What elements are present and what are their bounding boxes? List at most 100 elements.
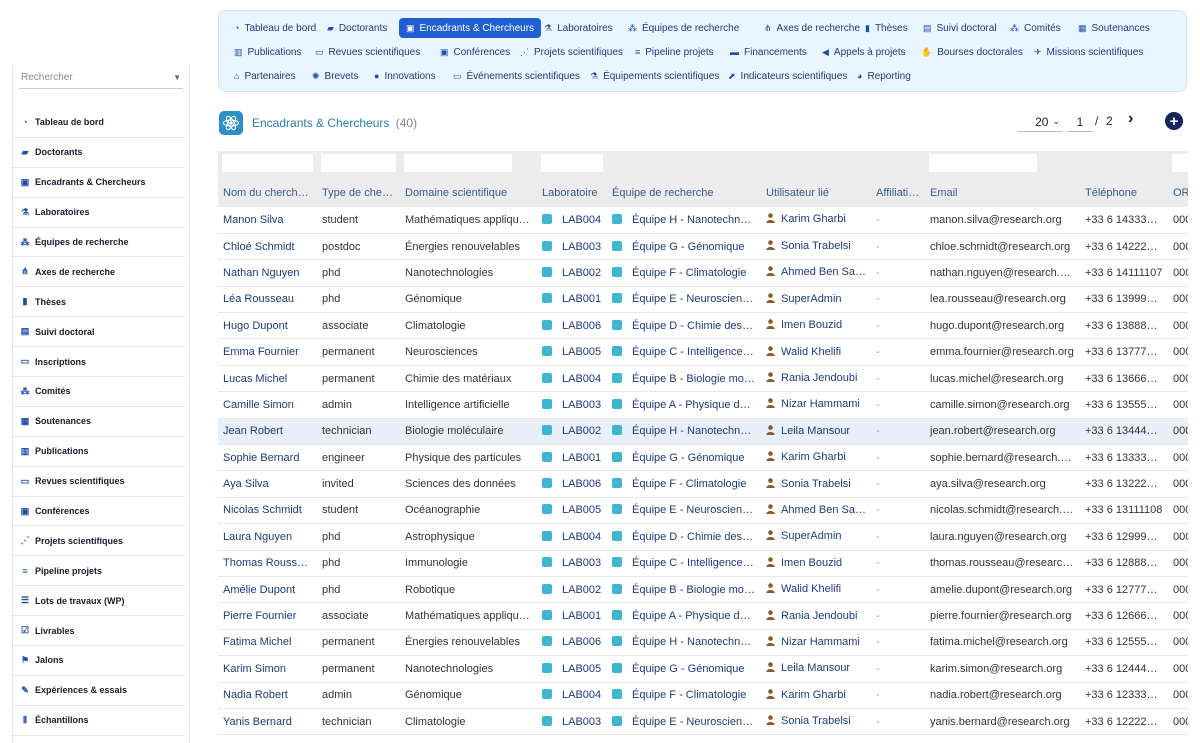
nav-item-equipes-de-recherche[interactable]: ⁂ Équipes de recherche (621, 18, 746, 38)
team-link[interactable]: Équipe C - Intelligence artificielle (632, 557, 761, 569)
linked-user-link[interactable]: Karim Gharbi (781, 689, 846, 701)
team-link[interactable]: Équipe D - Chimie des matériaux (632, 531, 761, 543)
team-link[interactable]: Équipe H - Nanotechnologies (632, 214, 761, 226)
column-header[interactable]: Équipe de recherche (607, 179, 761, 207)
nav-item-suivi-doctoral[interactable]: ▤ Suivi doctoral (916, 18, 1004, 38)
team-link[interactable]: Équipe G - Génomique (632, 663, 745, 675)
sidebar-item-soutenances[interactable]: ▦ Soutenances (13, 407, 185, 437)
team-link[interactable]: Équipe H - Nanotechnologies (632, 636, 761, 648)
team-link[interactable]: Équipe B - Biologie moléculaire (632, 584, 761, 596)
linked-user-link[interactable]: Sonia Trabelsi (781, 240, 851, 252)
researcher-name-link[interactable]: Léa Rousseau (218, 286, 317, 314)
nav-item-pipeline-projets[interactable]: ≡ Pipeline projets (628, 42, 721, 62)
linked-user-link[interactable]: Leila Mansour (781, 662, 850, 674)
researcher-name-link[interactable]: Fatima Michel (218, 629, 317, 657)
sidebar-item-encadrants-chercheurs[interactable]: ▣ Encadrants & Chercheurs (13, 168, 185, 198)
table-row[interactable]: Camille Simon admin Intelligence artificie… (218, 391, 1188, 419)
sidebar-item-projets-scientifiques[interactable]: ⋰ Projets scientifiques (13, 526, 185, 557)
nav-item-indicateurs-scientifiques[interactable]: ⬈ Indicateurs scientifiques (721, 66, 854, 86)
laboratory-link[interactable]: LAB004 (562, 373, 601, 385)
team-link[interactable]: Équipe H - Nanotechnologies (632, 425, 761, 437)
nav-item-appels-a-projets[interactable]: ◀ Appels à projets (815, 42, 913, 62)
next-page-button[interactable]: › (1128, 110, 1133, 128)
nav-item-projets-scientifiques[interactable]: ⋰ Projets scientifiques (513, 42, 630, 62)
nav-item-financements[interactable]: ▬ Financements (723, 42, 814, 62)
sidebar-item-experiences-essais[interactable]: ✎ Expériences & essais (13, 676, 185, 706)
column-header[interactable]: Email (925, 179, 1080, 207)
table-row[interactable]: Aya Silva invited Sciences des données LAB0… (218, 470, 1188, 498)
nav-item-evenements-scientifiques[interactable]: ▭ Événements scientifiques (446, 66, 587, 86)
sidebar-item-conferences[interactable]: ▣ Conférences (13, 497, 185, 527)
nav-item-reporting[interactable]: ◕ Reporting (850, 66, 918, 86)
sidebar-item-suivi-doctoral[interactable]: ▤ Suivi doctoral (13, 317, 185, 348)
nav-item-publications[interactable]: ▥ Publications (227, 42, 308, 62)
table-row[interactable]: Sophie Bernard engineer Physique des parti… (218, 444, 1188, 472)
linked-user-link[interactable]: Walid Khelifi (781, 346, 841, 358)
linked-user-link[interactable]: Sonia Trabelsi (781, 715, 851, 727)
team-link[interactable]: Équipe F - Climatologie (632, 478, 746, 490)
laboratory-link[interactable]: LAB003 (562, 241, 601, 253)
table-row[interactable]: Jean Robert technician Biologie moléculair… (218, 418, 1188, 446)
nav-item-bourses-doctorales[interactable]: ✋ Bourses doctorales (914, 42, 1030, 62)
page-size-select[interactable]: 20 ⌄ (1018, 112, 1062, 132)
team-link[interactable]: Équipe F - Climatologie (632, 689, 746, 701)
team-link[interactable]: Équipe F - Climatologie (632, 267, 746, 279)
laboratory-link[interactable]: LAB003 (562, 399, 601, 411)
table-row[interactable]: Hugo Dupont associate Climatologie LAB006 Éq… (218, 312, 1188, 340)
table-row[interactable]: Pierre Fournier associate Mathématiques ap… (218, 602, 1188, 630)
team-link[interactable]: Équipe C - Intelligence artificielle (632, 346, 761, 358)
laboratory-link[interactable]: LAB004 (562, 531, 601, 543)
nav-item-innovations[interactable]: ● Innovations (367, 66, 443, 86)
laboratory-link[interactable]: LAB004 (562, 689, 601, 701)
table-row[interactable]: Nathan Nguyen phd Nanotechnologies LAB002 Éq… (218, 259, 1188, 287)
column-header[interactable]: Utilisateur lié (761, 179, 871, 207)
column-header[interactable]: Affiliation (871, 179, 925, 207)
researcher-name-link[interactable]: Amélie Dupont (218, 576, 317, 604)
laboratory-link[interactable]: LAB006 (562, 636, 601, 648)
sidebar-item-comites[interactable]: ⁂ Comités (13, 377, 185, 407)
table-row[interactable]: Yanis Bernard technician Climatologie LAB00… (218, 708, 1188, 736)
laboratory-link[interactable]: LAB002 (562, 425, 601, 437)
column-header[interactable]: Domaine scientifique (400, 179, 537, 207)
sidebar-item-equipes-de-recherche[interactable]: ⁂ Équipes de recherche (13, 228, 185, 258)
linked-user-link[interactable]: Rania Jendoubi (781, 372, 857, 384)
researcher-name-link[interactable]: Thomas Rousseau (218, 550, 317, 577)
sidebar-item-pipeline-projets[interactable]: ≡ Pipeline projets (13, 556, 185, 587)
nav-item-tableau-de-bord[interactable]: ◔ Tableau de bord (227, 18, 323, 38)
researcher-name-link[interactable]: Karim Simon (218, 655, 317, 683)
linked-user-link[interactable]: Ahmed Ben Salah (781, 266, 870, 278)
current-page-input[interactable]: 1 (1067, 112, 1093, 132)
nav-item-partenaires[interactable]: ⌂ Partenaires (227, 66, 303, 86)
sidebar-item-tableau-de-bord[interactable]: ◔ Tableau de bord (13, 108, 185, 138)
nav-item-equipements-scientifiques[interactable]: ⚗ Équipements scientifiques (583, 66, 726, 86)
filter-name-input[interactable] (222, 154, 313, 172)
table-row[interactable]: Nadia Robert admin Génomique LAB004 Équipe F… (218, 682, 1188, 709)
linked-user-link[interactable]: Nizar Hammami (781, 398, 860, 410)
researcher-name-link[interactable]: Aya Silva (218, 470, 317, 498)
sidebar-search-select[interactable]: Rechercher ▼ (19, 67, 183, 89)
nav-item-laboratoires[interactable]: ⚗ Laboratoires (537, 18, 620, 38)
linked-user-link[interactable]: Ahmed Ben Salah (781, 504, 870, 516)
column-header[interactable]: Nom du chercheur (218, 179, 317, 207)
filter-type-input[interactable] (321, 154, 396, 172)
table-row[interactable]: Léa Rousseau phd Génomique LAB001 Équipe E -… (218, 286, 1188, 314)
team-link[interactable]: Équipe B - Biologie moléculaire (632, 373, 761, 385)
laboratory-link[interactable]: LAB005 (562, 346, 601, 358)
linked-user-link[interactable]: Karim Gharbi (781, 451, 846, 463)
nav-item-conferences[interactable]: ▣ Conférences (433, 42, 517, 62)
nav-item-brevets[interactable]: ✺ Brevets (305, 66, 365, 86)
sidebar-item-axes-de-recherche[interactable]: ⋔ Axes de recherche (13, 257, 185, 288)
laboratory-link[interactable]: LAB001 (562, 293, 601, 305)
sidebar-item-publications[interactable]: ▥ Publications (13, 437, 185, 467)
laboratory-link[interactable]: LAB002 (562, 267, 601, 279)
column-header[interactable]: ORCID (1168, 179, 1188, 207)
sidebar-item-doctorants[interactable]: ▰ Doctorants (13, 138, 185, 168)
sidebar-item-livrables[interactable]: ☑ Livrables (13, 616, 185, 647)
column-header[interactable]: Laboratoire (537, 179, 607, 207)
table-row[interactable]: Manon Silva student Mathématiques appliqué… (218, 207, 1188, 234)
linked-user-link[interactable]: SuperAdmin (781, 530, 842, 542)
linked-user-link[interactable]: Rania Jendoubi (781, 610, 857, 622)
researcher-name-link[interactable]: Hugo Dupont (218, 312, 317, 340)
team-link[interactable]: Équipe E - Neurosciences (632, 293, 759, 305)
laboratory-link[interactable]: LAB005 (562, 663, 601, 675)
